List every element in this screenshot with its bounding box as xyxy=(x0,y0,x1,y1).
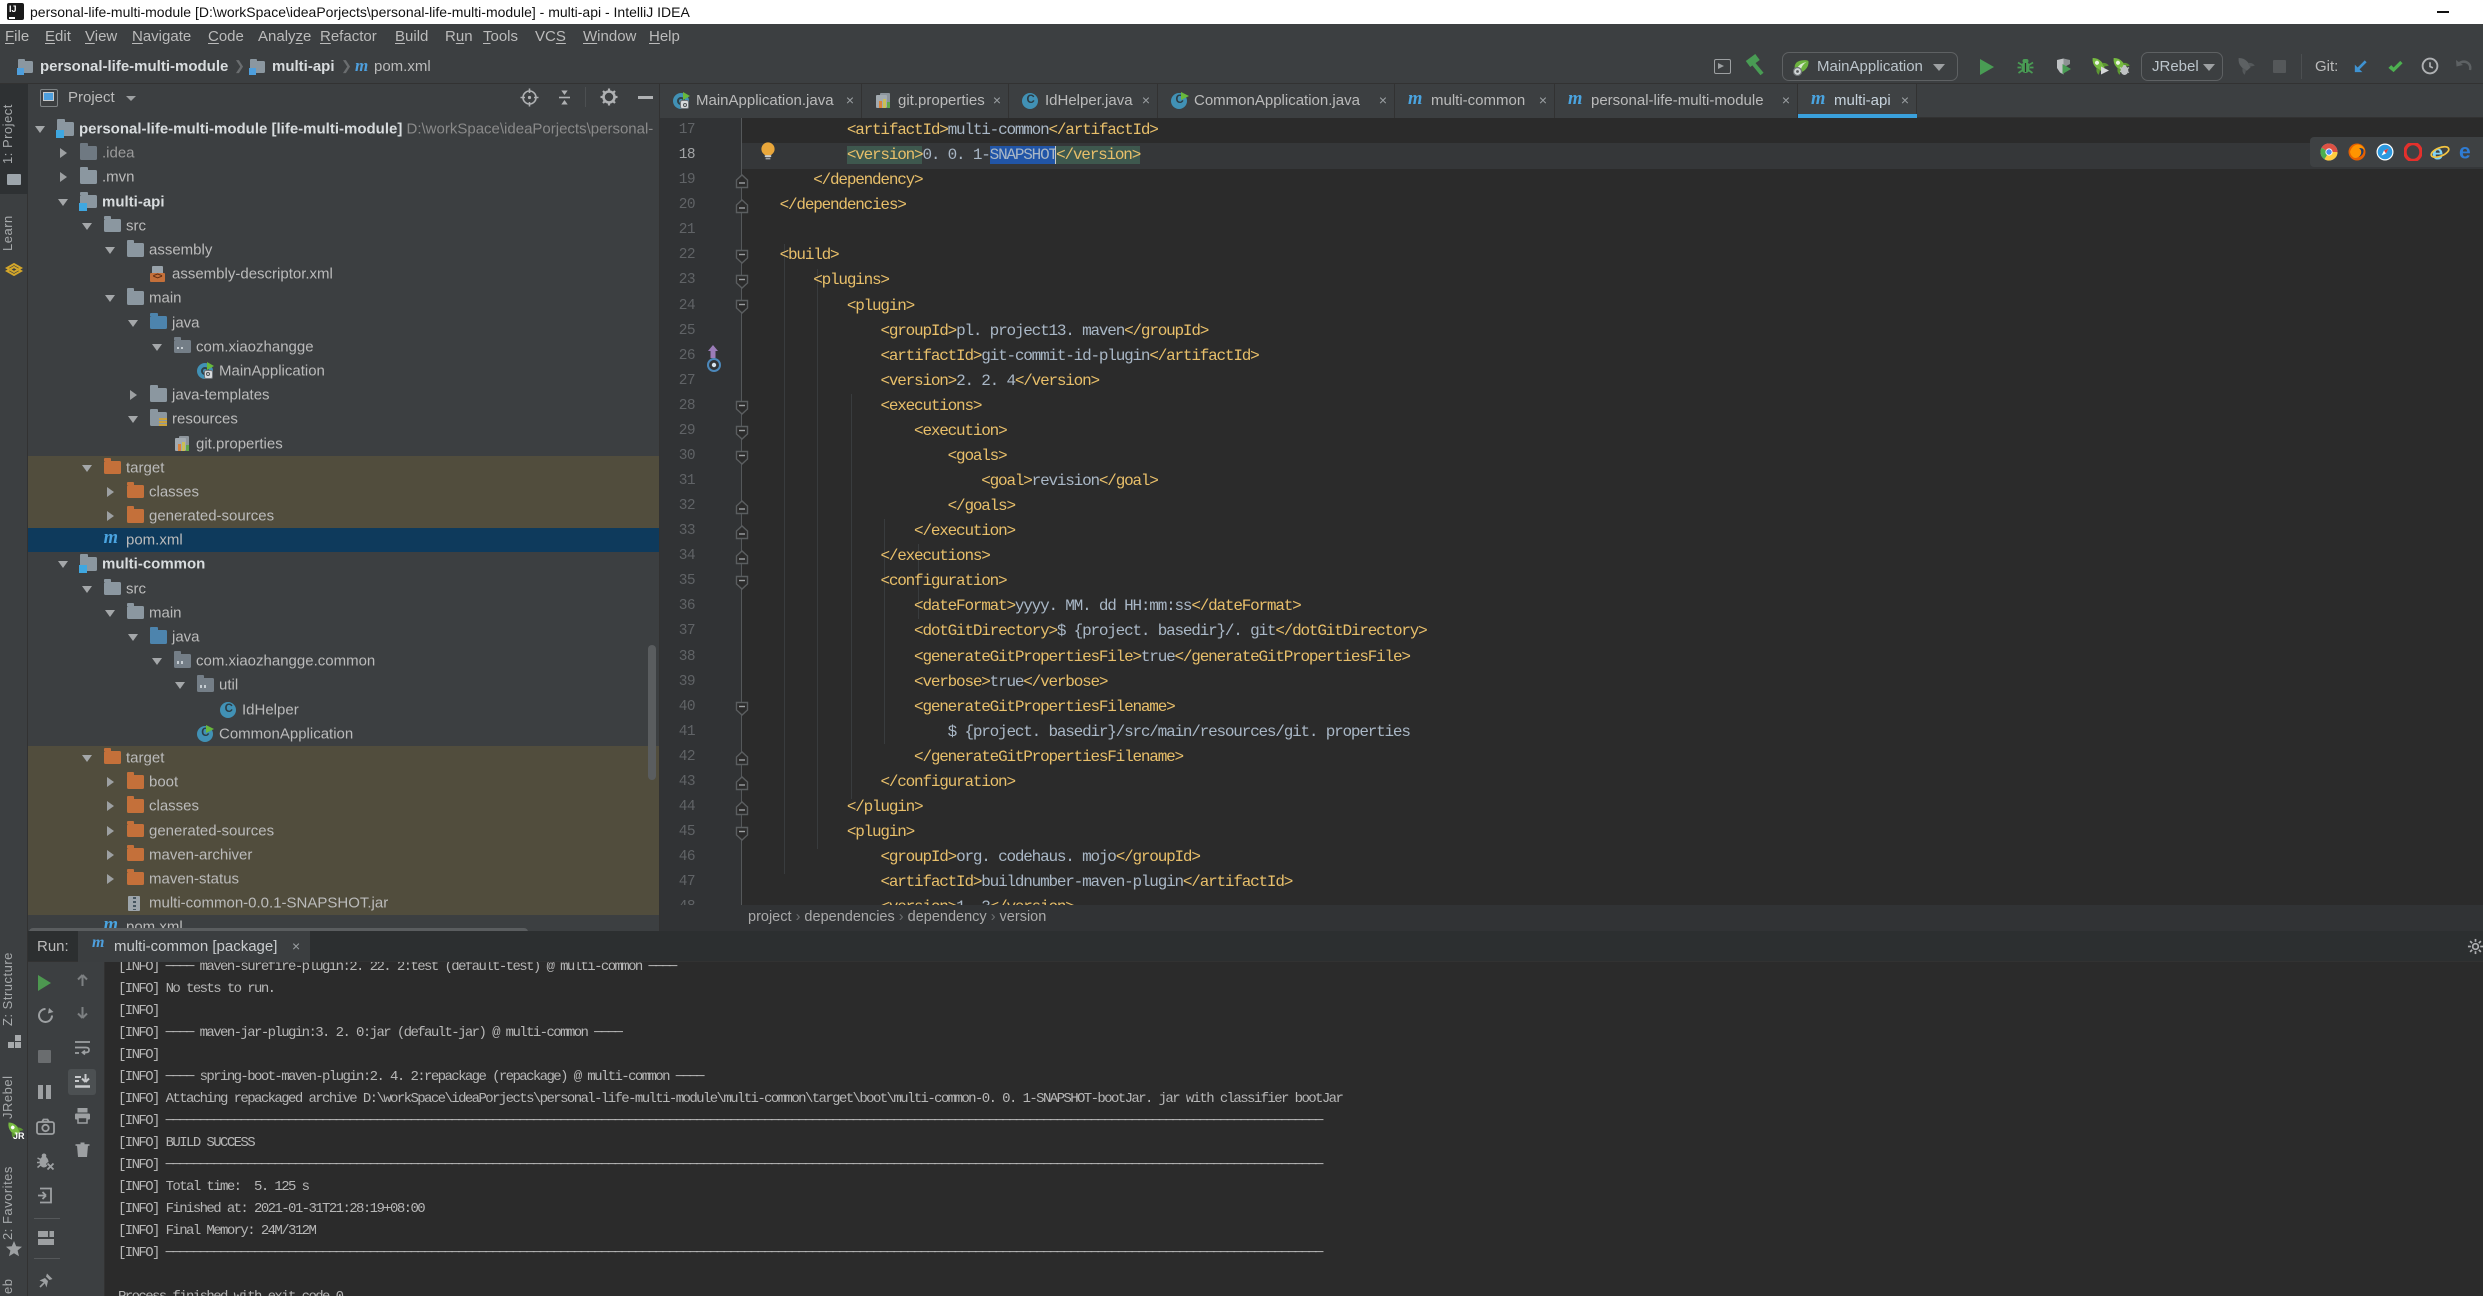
svg-text:e: e xyxy=(2432,143,2443,163)
svg-text:e: e xyxy=(2459,141,2471,163)
svg-text:JR: JR xyxy=(13,1131,25,1140)
